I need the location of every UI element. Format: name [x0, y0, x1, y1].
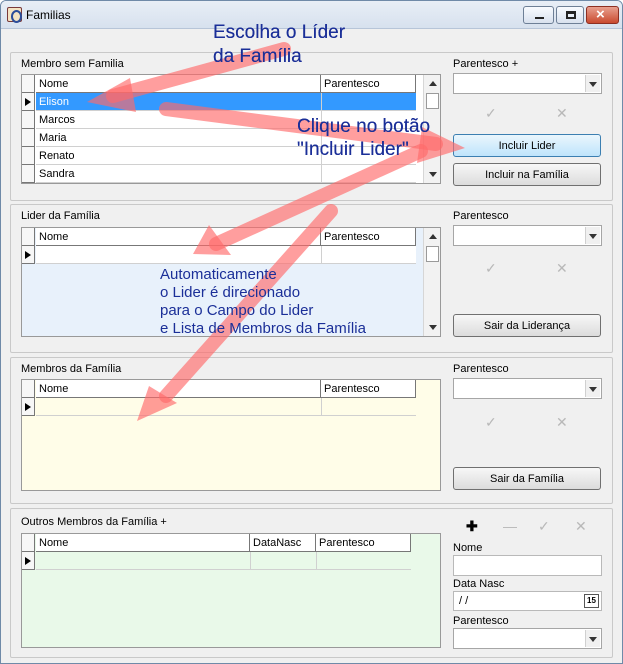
app-icon [7, 7, 22, 23]
maximize-icon [566, 11, 576, 19]
annotation-auto-2: o Lider é direcionado [160, 284, 301, 301]
incluir-familia-button[interactable]: Incluir na Família [453, 163, 601, 186]
column-header-parentesco[interactable]: Parentesco [321, 380, 416, 398]
column-header-parentesco[interactable]: Parentesco [321, 228, 416, 246]
window-title: Familias [26, 8, 71, 22]
annotation-escolha-1: Escolha o Líder [213, 22, 346, 43]
column-header-nome[interactable]: Nome [36, 380, 321, 398]
parentesco-plus-select[interactable] [453, 73, 602, 94]
column-header-nome[interactable]: Nome [36, 228, 321, 246]
annotation-auto-1: Automaticamente [160, 266, 277, 283]
parentesco-label: Parentesco [453, 363, 509, 375]
vertical-scrollbar[interactable] [423, 228, 440, 336]
maximize-button[interactable] [556, 6, 584, 24]
check-icon[interactable]: ✓ [485, 261, 497, 275]
outros-membros-grid[interactable]: Nome DataNasc Parentesco [21, 533, 441, 648]
x-icon[interactable]: ✕ [556, 261, 568, 275]
x-icon[interactable]: ✕ [556, 415, 568, 429]
annotation-escolha-2: da Família [213, 46, 302, 67]
membros-grid[interactable]: Nome Parentesco [21, 379, 441, 491]
annotation-clique-1: Clique no botão [297, 116, 431, 137]
familias-window: Familias × Membro sem Familia Nome Paren… [0, 0, 623, 664]
current-row-icon [25, 403, 31, 411]
parentesco-select[interactable] [453, 378, 602, 399]
membros-group: Membros da Família Nome Parentesco Paren… [10, 357, 613, 504]
datanasc-value: / / [459, 595, 469, 607]
parentesco-plus-label: Parentesco + [453, 58, 519, 70]
column-header-nome[interactable]: Nome [36, 534, 250, 552]
minimize-icon [535, 17, 544, 19]
x-icon[interactable]: ✕ [575, 519, 587, 533]
annotation-auto-3: para o Campo do Lider [160, 302, 314, 319]
check-icon[interactable]: ✓ [538, 519, 550, 533]
current-row-icon [25, 251, 31, 259]
x-icon[interactable]: ✕ [556, 106, 568, 120]
close-icon: × [596, 6, 605, 23]
parentesco-label: Parentesco [453, 615, 509, 627]
datanasc-label: Data Nasc [453, 578, 505, 590]
outros-membros-group: Outros Membros da Família + Nome DataNas… [10, 508, 613, 658]
calendar-icon[interactable]: 15 [584, 594, 599, 608]
chevron-down-icon [585, 75, 600, 92]
parentesco-label: Parentesco [453, 210, 509, 222]
chevron-down-icon [585, 380, 600, 397]
column-header-parentesco[interactable]: Parentesco [321, 75, 416, 93]
datanasc-input[interactable]: / / 15 [453, 591, 602, 611]
column-header-parentesco[interactable]: Parentesco [316, 534, 411, 552]
incluir-lider-button[interactable]: Incluir Lider [453, 134, 601, 157]
annotation-clique-2: "Incluir Lider" [297, 139, 409, 160]
outros-membros-label: Outros Membros da Família + [21, 516, 167, 528]
parentesco-select[interactable] [453, 225, 602, 246]
column-header-nome[interactable]: Nome [36, 75, 321, 93]
parentesco-select[interactable] [453, 628, 602, 649]
minus-icon[interactable]: — [503, 519, 517, 533]
nome-input[interactable] [453, 555, 602, 576]
membro-sem-familia-label: Membro sem Familia [21, 58, 124, 70]
current-row-icon [25, 98, 31, 106]
check-icon[interactable]: ✓ [485, 415, 497, 429]
lider-label: Lider da Família [21, 210, 100, 222]
chevron-down-icon [585, 630, 600, 647]
plus-icon[interactable]: ✚ [466, 519, 478, 533]
sair-familia-button[interactable]: Sair da Família [453, 467, 601, 490]
close-button[interactable]: × [586, 6, 619, 24]
annotation-auto-4: e Lista de Membros da Família [160, 320, 366, 337]
sair-lideranca-button[interactable]: Sair da Liderança [453, 314, 601, 337]
nome-label: Nome [453, 542, 483, 554]
current-row-icon [25, 557, 31, 565]
membros-label: Membros da Família [21, 363, 122, 375]
column-header-datanasc[interactable]: DataNasc [250, 534, 316, 552]
minimize-button[interactable] [523, 6, 554, 24]
check-icon[interactable]: ✓ [485, 106, 497, 120]
chevron-down-icon [585, 227, 600, 244]
